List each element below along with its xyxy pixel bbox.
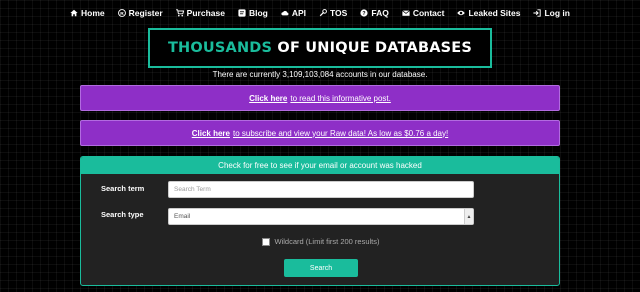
account-count-line: There are currently 3,109,103,084 accoun… — [0, 70, 640, 79]
cloud-icon — [281, 9, 289, 17]
search-type-label: Search type — [101, 210, 144, 219]
nav-label: Blog — [248, 8, 268, 18]
search-type-value: Email — [174, 213, 191, 220]
count-suffix: accounts in our database. — [335, 70, 428, 79]
nav-label: FAQ — [371, 8, 389, 18]
informative-post-link[interactable]: Click here — [249, 94, 287, 103]
eye-icon — [457, 9, 466, 17]
count-prefix: There are currently — [212, 70, 281, 79]
register-icon: R — [117, 9, 126, 17]
banner-accent: THOUSANDS — [167, 40, 273, 56]
wrench-icon — [319, 9, 327, 17]
nav-label: API — [291, 8, 307, 18]
search-panel: Check for free to see if your email or a… — [80, 156, 560, 286]
nav-label: Home — [81, 8, 105, 18]
top-navbar: Home R Register Purchase Blog API TOS ? … — [0, 0, 640, 26]
select-arrow-icon: ▲ — [464, 209, 473, 224]
nav-home[interactable]: Home — [70, 8, 105, 18]
nav-faq[interactable]: ? FAQ — [360, 8, 389, 18]
nav-label: TOS — [330, 8, 348, 18]
nav-label: Register — [128, 8, 163, 18]
search-type-select[interactable]: Email ▲ — [168, 208, 474, 225]
nav-api[interactable]: API — [281, 8, 306, 18]
search-panel-header: Check for free to see if your email or a… — [81, 157, 559, 174]
wildcard-option: Wildcard (Limit first 200 results) — [81, 237, 559, 246]
nav-label: Leaked Sites — [468, 8, 521, 18]
nav-label: Log in — [544, 8, 570, 18]
nav-register[interactable]: R Register — [117, 8, 163, 18]
nav-purchase[interactable]: Purchase — [175, 8, 225, 18]
search-button[interactable]: Search — [284, 259, 358, 277]
informative-post-text: to read this informative post. — [290, 93, 391, 103]
question-icon: ? — [360, 9, 368, 17]
wildcard-label: Wildcard (Limit first 200 results) — [274, 237, 380, 246]
subscribe-text: to subscribe and view your Raw data! As … — [233, 128, 449, 138]
search-term-label: Search term — [101, 184, 145, 193]
nav-contact[interactable]: Contact — [402, 8, 445, 18]
wildcard-checkbox[interactable] — [262, 237, 271, 246]
cart-icon — [175, 9, 184, 17]
databases-banner: THOUSANDS OF UNIQUE DATABASES — [148, 28, 492, 68]
svg-text:R: R — [120, 11, 124, 17]
blog-icon — [238, 9, 246, 17]
search-term-input[interactable] — [168, 181, 474, 198]
home-icon — [70, 9, 78, 17]
nav-blog[interactable]: Blog — [238, 8, 268, 18]
account-count: 3,109,103,084 — [282, 70, 334, 79]
nav-tos[interactable]: TOS — [319, 8, 347, 18]
nav-leaked-sites[interactable]: Leaked Sites — [457, 8, 520, 18]
login-icon — [533, 9, 542, 17]
subscribe-notice: Click here to subscribe and view your Ra… — [80, 120, 560, 146]
nav-label: Contact — [412, 8, 445, 18]
nav-login[interactable]: Log in — [533, 8, 570, 18]
informative-post-notice: Click here to read this informative post… — [80, 85, 560, 111]
banner-text: OF UNIQUE DATABASES — [277, 40, 473, 56]
nav-label: Purchase — [186, 8, 225, 18]
envelope-icon — [402, 9, 410, 17]
svg-text:?: ? — [363, 11, 366, 17]
subscribe-link[interactable]: Click here — [192, 129, 230, 138]
